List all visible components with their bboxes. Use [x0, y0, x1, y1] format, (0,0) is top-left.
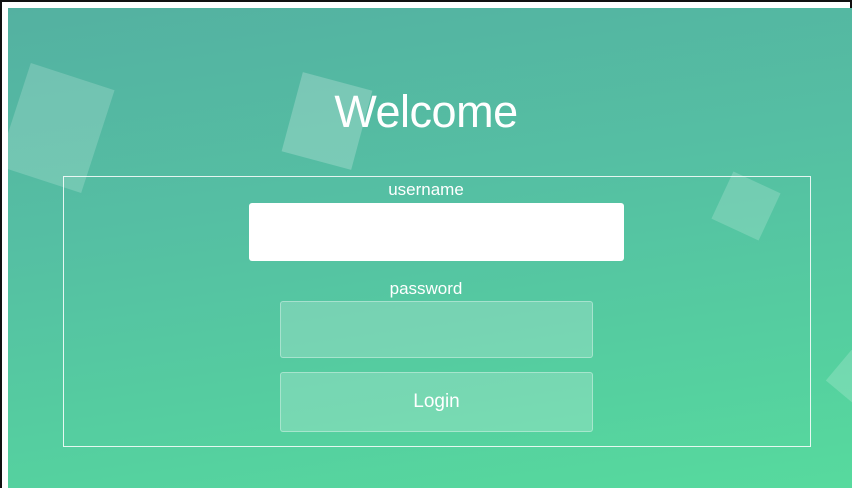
page-title: Welcome: [334, 86, 518, 137]
username-label: username: [388, 180, 464, 199]
login-button[interactable]: Login: [280, 372, 593, 432]
decorative-square: [825, 349, 852, 407]
password-label: password: [389, 279, 463, 298]
username-input[interactable]: [249, 203, 624, 261]
password-input[interactable]: [280, 301, 593, 358]
